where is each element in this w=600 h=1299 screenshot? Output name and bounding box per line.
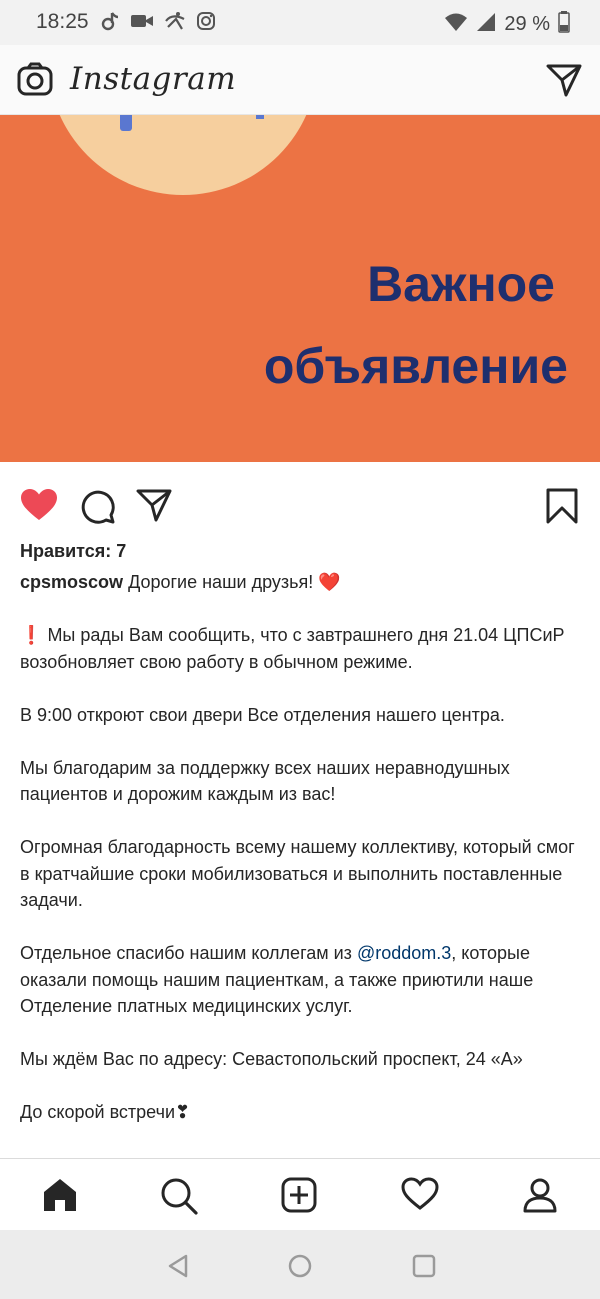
instagram-logo: Instagram [70, 61, 237, 97]
status-notification-icons [100, 11, 216, 36]
image-headline-line1: Важное [367, 256, 555, 312]
comment-icon[interactable] [79, 488, 115, 529]
video-icon [130, 11, 154, 36]
tiktok-icon [100, 11, 120, 36]
status-time: 18:25 [36, 10, 89, 33]
post-actions [0, 462, 600, 542]
caption-paragraph: Отдельное спасибо нашим коллегам из @rod… [20, 940, 585, 1020]
activity-heart-icon[interactable] [401, 1177, 439, 1216]
status-system-icons: 29 % [444, 11, 570, 38]
direct-message-icon[interactable] [546, 63, 582, 102]
signal-icon [476, 12, 496, 37]
post-image[interactable]: Важное объявление [0, 115, 600, 462]
heart-exclamation-emoji: ❣ [175, 1102, 191, 1122]
post-username[interactable]: cpsmoscow [20, 572, 123, 592]
bottom-navigation [0, 1158, 600, 1230]
mention-link[interactable]: @roddom.3 [357, 943, 451, 963]
battery-percent: 29 % [504, 13, 550, 35]
heart-emoji: ❤️ [318, 572, 341, 592]
caption-intro: cpsmoscow Дорогие наши друзья! ❤️ [20, 569, 585, 596]
post-caption: cpsmoscow Дорогие наши друзья! ❤️ ❗ Мы р… [20, 569, 585, 1152]
caption-para3: Мы благодарим за поддержку всех наших не… [20, 757, 510, 805]
search-icon[interactable] [160, 1177, 198, 1220]
caption-first-line: Дорогие наши друзья! [128, 572, 314, 592]
decorative-circle [48, 115, 318, 195]
decorative-mark [120, 115, 132, 131]
home-icon[interactable] [42, 1177, 78, 1218]
add-post-icon[interactable] [281, 1177, 317, 1218]
caption-paragraph: До скорой встречи❣ [20, 1099, 585, 1126]
wifi-icon [444, 12, 468, 37]
caption-para1: Мы рады Вам сообщить, что с завтрашнего … [20, 625, 565, 672]
instagram-small-icon [196, 11, 216, 36]
back-icon[interactable] [167, 1254, 189, 1283]
likes-count[interactable]: Нравится: 7 [20, 541, 126, 562]
profile-icon[interactable] [522, 1177, 558, 1218]
caption-para6: Мы ждём Вас по адресу: Севастопольский п… [20, 1049, 523, 1069]
battery-icon [558, 11, 570, 38]
caption-paragraph: ❗ Мы рады Вам сообщить, что с завтрашнег… [20, 622, 585, 675]
share-icon[interactable] [136, 488, 172, 527]
caption-para7: До скорой встречи [20, 1102, 176, 1122]
recents-icon[interactable] [412, 1254, 436, 1283]
home-circle-icon[interactable] [288, 1254, 312, 1283]
decorative-dot [256, 115, 264, 119]
caption-para4: Огромная благодарность всему нашему колл… [20, 837, 575, 910]
heart-filled-icon[interactable] [20, 488, 58, 527]
camera-icon[interactable] [17, 62, 53, 101]
image-headline-line2: объявление [263, 338, 568, 394]
app-icon [164, 11, 186, 36]
system-navigation [0, 1230, 600, 1299]
bookmark-icon[interactable] [546, 488, 578, 529]
app-header: Instagram [0, 45, 600, 115]
status-bar: 18:25 29 % [0, 0, 600, 45]
caption-para5-before: Отдельное спасибо нашим коллегам из [20, 943, 357, 963]
exclamation-emoji: ❗ [20, 625, 43, 645]
caption-para2: В 9:00 откроют свои двери Все отделения … [20, 704, 505, 725]
